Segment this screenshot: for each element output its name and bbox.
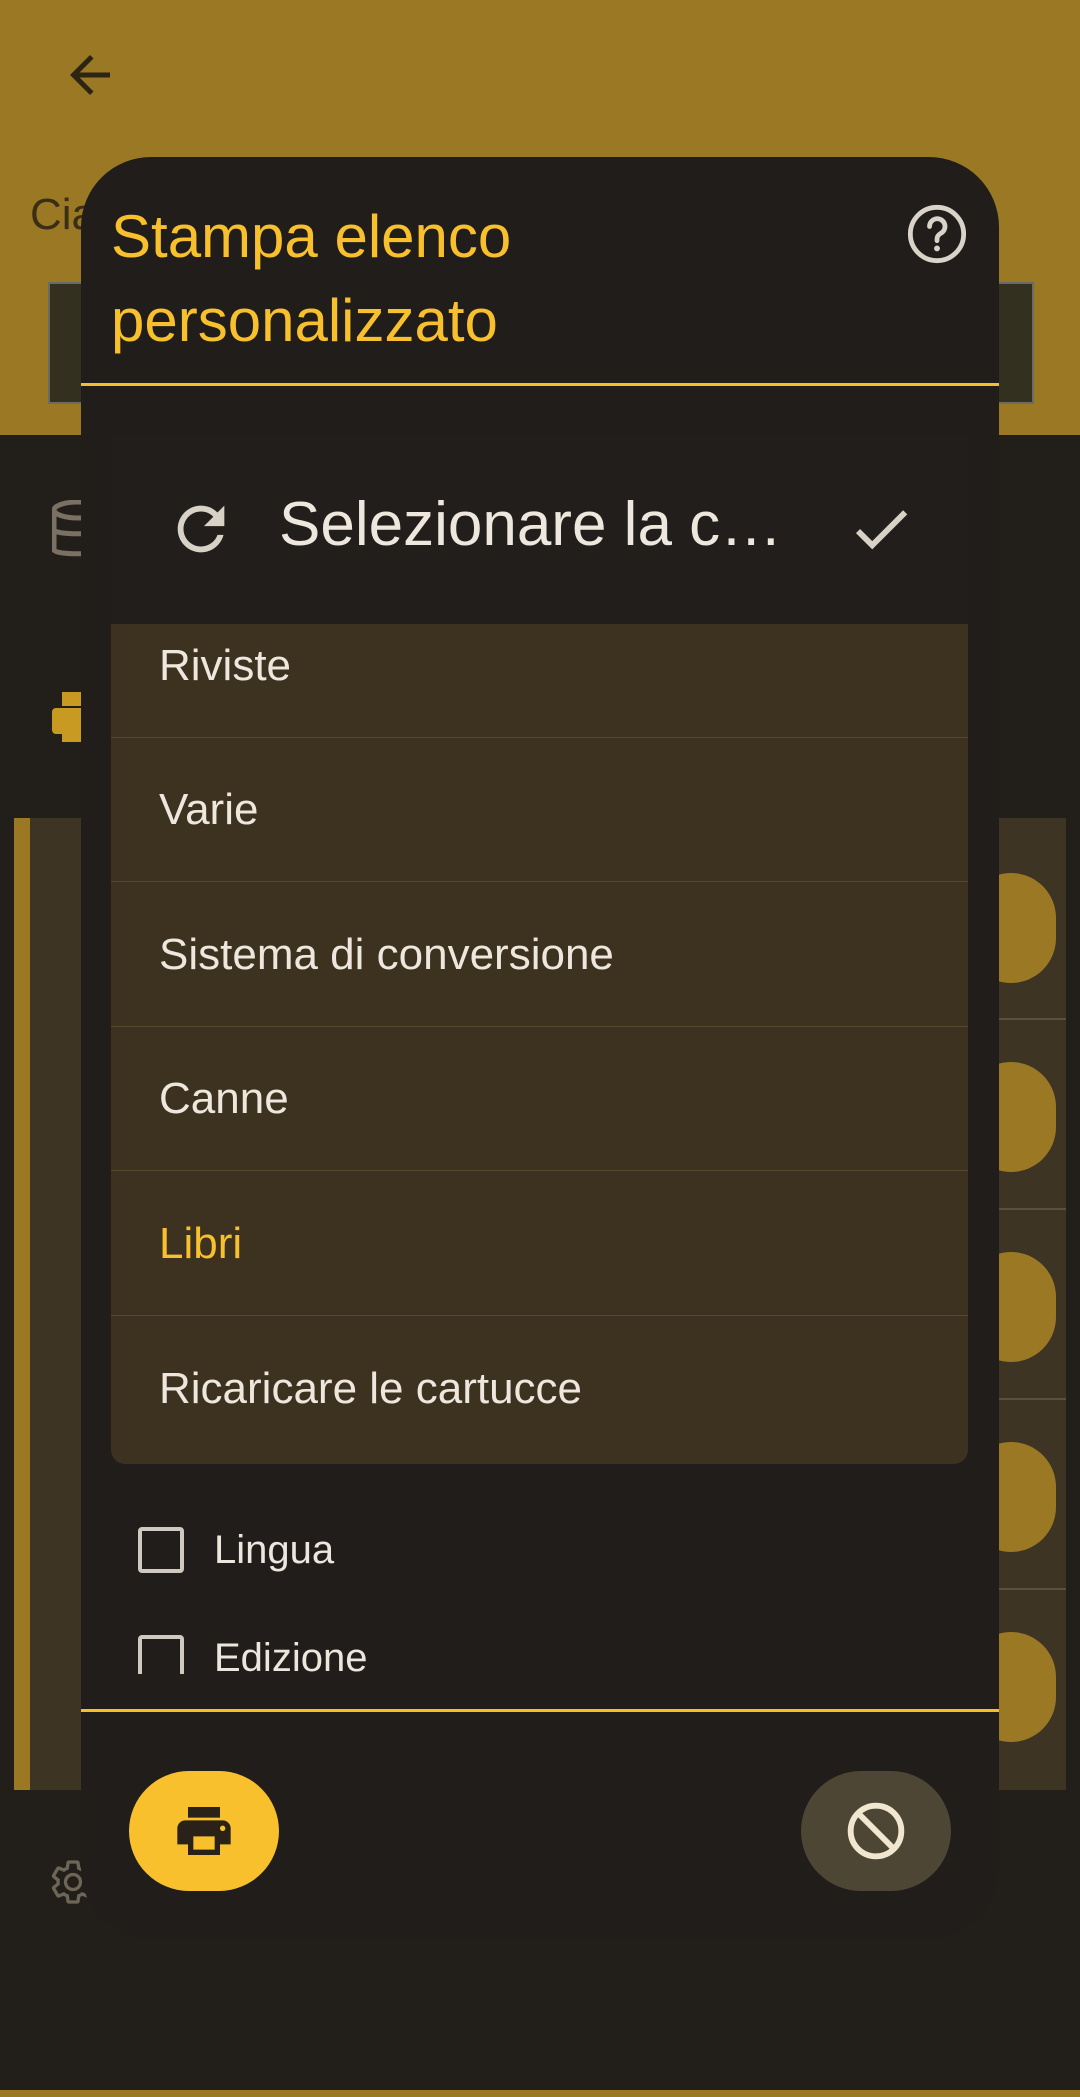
dropdown-item[interactable]: Sistema di conversione <box>111 883 968 1027</box>
bottom-strip <box>0 2090 1080 2097</box>
option-label: Edizione <box>214 1636 368 1674</box>
print-button[interactable] <box>129 1771 279 1891</box>
printer-icon <box>177 1807 231 1855</box>
cancel-button[interactable] <box>801 1771 951 1891</box>
dropdown-title: Selezionare la c… <box>279 490 783 559</box>
footer-divider <box>81 1709 999 1712</box>
check-icon[interactable] <box>846 494 916 564</box>
back-arrow-icon[interactable] <box>60 45 120 105</box>
dialog-title: Stampa elenco personalizzato <box>111 203 512 354</box>
refresh-icon[interactable] <box>166 494 236 564</box>
checkbox[interactable] <box>138 1635 184 1674</box>
option-label: Lingua <box>214 1527 335 1572</box>
dropdown-item[interactable]: Canne <box>111 1027 968 1171</box>
block-icon <box>847 1802 905 1860</box>
option-row[interactable]: Edizione <box>138 1629 367 1674</box>
title-divider <box>81 383 999 386</box>
dropdown-item-selected[interactable]: Libri <box>111 1172 968 1316</box>
help-icon[interactable] <box>905 202 969 266</box>
background-list-accent <box>14 818 30 1790</box>
checkbox[interactable] <box>138 1527 184 1573</box>
dropdown-item[interactable]: Riviste <box>111 594 968 738</box>
dropdown-item[interactable]: Ricaricare le cartucce <box>111 1317 968 1461</box>
dropdown-item[interactable]: Varie <box>111 738 968 882</box>
category-dropdown: Selezionare la c… Riviste Varie Sistema … <box>111 434 968 1464</box>
option-row[interactable]: Lingua <box>138 1520 334 1580</box>
